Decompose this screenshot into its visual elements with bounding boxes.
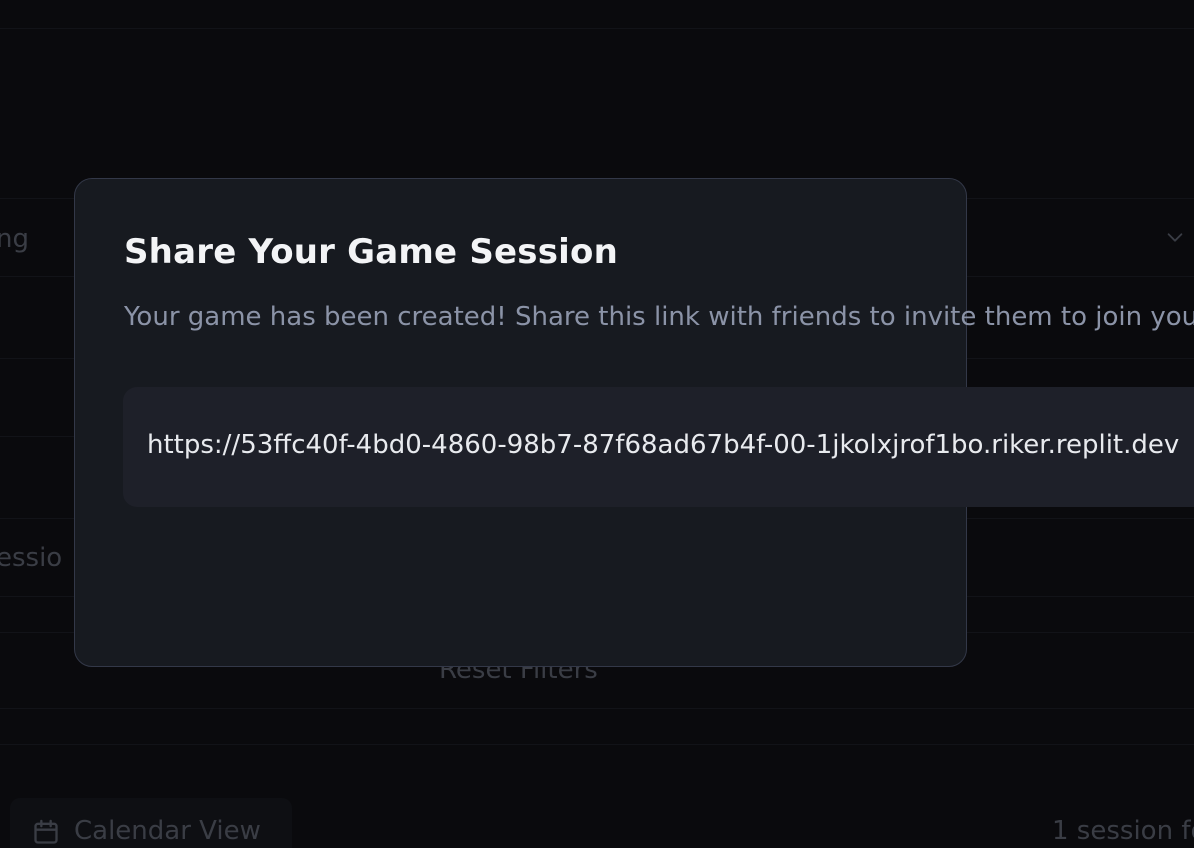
dialog-description: Your game has been created! Share this l… [124, 302, 1194, 332]
app-page: ng essio Reset Filters Calendar View 1 s… [0, 0, 1194, 848]
dialog-title: Share Your Game Session [124, 232, 618, 272]
share-link-text[interactable]: https://53ffc40f-4bd0-4860-98b7-87f68ad6… [147, 430, 1179, 460]
